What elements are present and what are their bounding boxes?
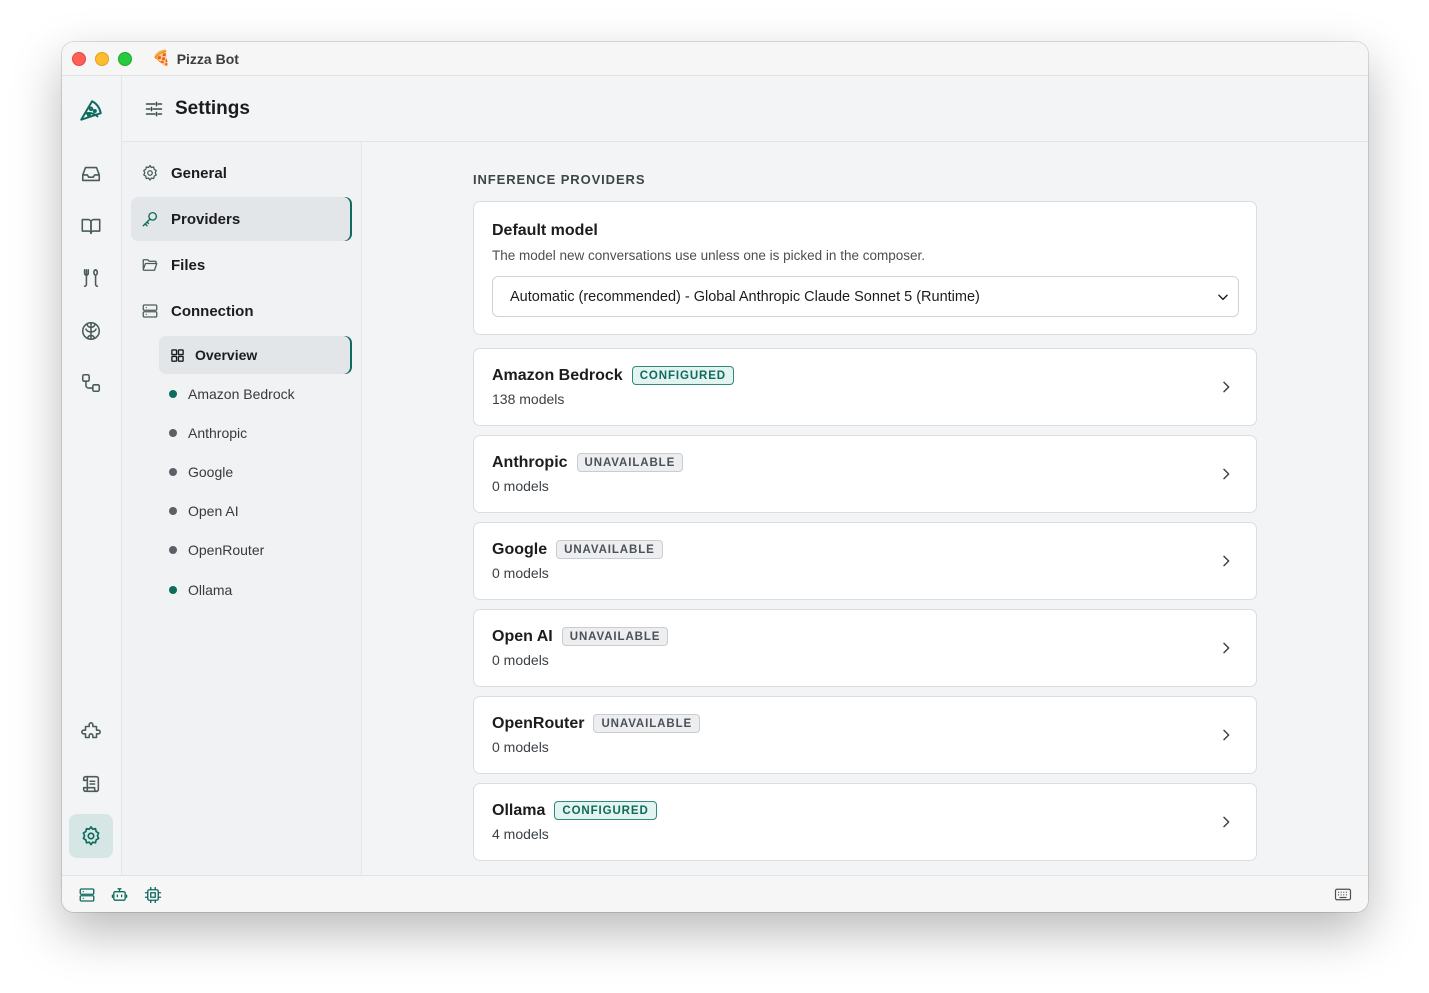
status-badge: UNAVAILABLE <box>561 627 669 646</box>
chevron-right-icon <box>1218 379 1234 395</box>
card-title: Default model <box>492 222 598 239</box>
nav-provider-google[interactable]: Google <box>169 460 233 484</box>
grid-icon <box>170 348 186 363</box>
workflow-icon[interactable] <box>69 361 113 405</box>
nav-item-overview[interactable]: Overview <box>159 336 352 374</box>
pizza-icon: 🍕 <box>152 50 171 67</box>
server-icon[interactable] <box>78 886 96 904</box>
default-model-card: Default model The model new conversation… <box>473 201 1257 335</box>
app-window: 🍕 Pizza Bot Settings General Providers F… <box>62 42 1368 912</box>
keyboard-icon[interactable] <box>1334 887 1352 902</box>
scroll-icon[interactable] <box>69 762 113 806</box>
nav-item-label: Providers <box>171 210 241 228</box>
status-bar <box>62 875 1368 912</box>
status-badge: UNAVAILABLE <box>556 540 663 559</box>
provider-card-openrouter[interactable]: OpenRouter UNAVAILABLE 0 models <box>473 696 1257 774</box>
settings-nav: General Providers Files Connection Overv… <box>122 142 362 875</box>
chevron-down-icon <box>1216 290 1230 304</box>
status-dot <box>169 390 177 398</box>
nav-item-connection[interactable]: Connection <box>131 289 352 333</box>
folder-icon <box>141 256 161 274</box>
nav-provider-label: OpenRouter <box>188 542 265 558</box>
key-icon <box>141 210 161 228</box>
minimize-window-button[interactable] <box>95 51 109 66</box>
nav-provider-openrouter[interactable]: OpenRouter <box>169 538 264 562</box>
provider-card-amazon-bedrock[interactable]: Amazon Bedrock CONFIGURED 138 models <box>473 348 1257 426</box>
main-content: INFERENCE PROVIDERS Default model The mo… <box>362 142 1368 875</box>
pizza-logo-icon[interactable] <box>69 89 113 133</box>
nav-provider-label: Anthropic <box>188 425 248 441</box>
chevron-right-icon <box>1218 466 1234 482</box>
nav-provider-label: Google <box>188 464 234 480</box>
nav-provider-open-ai[interactable]: Open AI <box>169 499 239 523</box>
nav-item-label: Overview <box>195 347 258 363</box>
status-dot <box>169 507 177 515</box>
chevron-right-icon <box>1218 553 1234 569</box>
chip-icon[interactable] <box>144 886 162 904</box>
brain-icon[interactable] <box>69 309 113 353</box>
provider-name: Open AI <box>492 627 553 645</box>
status-dot <box>169 429 177 437</box>
status-badge: UNAVAILABLE <box>576 453 684 472</box>
provider-name: Google <box>492 540 548 558</box>
status-badge: CONFIGURED <box>631 366 735 385</box>
model-count: 0 models <box>492 565 549 581</box>
provider-card-anthropic[interactable]: Anthropic UNAVAILABLE 0 models <box>473 435 1257 513</box>
nav-item-general[interactable]: General <box>131 151 352 195</box>
chevron-right-icon <box>1218 640 1234 656</box>
provider-name: Amazon Bedrock <box>492 366 623 384</box>
nav-provider-label: Amazon Bedrock <box>188 386 295 402</box>
provider-card-ollama[interactable]: Ollama CONFIGURED 4 models <box>473 783 1257 861</box>
status-dot <box>169 468 177 476</box>
section-label: INFERENCE PROVIDERS <box>473 172 646 187</box>
settings-header: Settings <box>122 76 1368 142</box>
icon-rail <box>62 76 122 875</box>
model-count: 0 models <box>492 739 549 755</box>
nav-item-label: Files <box>171 256 206 274</box>
provider-name: Ollama <box>492 801 546 819</box>
default-model-select[interactable]: Automatic (recommended) - Global Anthrop… <box>492 276 1239 317</box>
bot-icon[interactable] <box>111 886 128 903</box>
nav-item-files[interactable]: Files <box>131 243 352 287</box>
puzzle-icon[interactable] <box>69 710 113 754</box>
model-count: 4 models <box>492 826 549 842</box>
nav-provider-amazon-bedrock[interactable]: Amazon Bedrock <box>169 382 295 406</box>
provider-card-open-ai[interactable]: Open AI UNAVAILABLE 0 models <box>473 609 1257 687</box>
status-dot <box>169 546 177 554</box>
nav-provider-anthropic[interactable]: Anthropic <box>169 421 247 445</box>
nav-item-providers[interactable]: Providers <box>131 197 352 241</box>
provider-name: OpenRouter <box>492 714 585 732</box>
zoom-window-button[interactable] <box>118 51 132 66</box>
inbox-icon[interactable] <box>69 152 113 196</box>
model-count: 0 models <box>492 478 549 494</box>
window-title: Pizza Bot <box>176 50 239 67</box>
card-description: The model new conversations use unless o… <box>492 248 925 263</box>
nav-item-label: General <box>171 164 227 182</box>
model-count: 138 models <box>492 391 565 407</box>
gear-icon <box>141 164 161 182</box>
provider-card-google[interactable]: Google UNAVAILABLE 0 models <box>473 522 1257 600</box>
chevron-right-icon <box>1218 727 1234 743</box>
window-controls <box>72 51 132 66</box>
nav-provider-label: Open AI <box>188 503 239 519</box>
selected-model: Automatic (recommended) - Global Anthrop… <box>510 288 980 305</box>
server-icon <box>141 302 161 320</box>
close-window-button[interactable] <box>72 51 86 66</box>
nav-item-label: Connection <box>171 302 254 320</box>
model-count: 0 models <box>492 652 549 668</box>
status-dot <box>169 586 177 594</box>
book-icon[interactable] <box>69 204 113 248</box>
settings-gear-icon[interactable] <box>69 814 113 858</box>
status-badge: UNAVAILABLE <box>593 714 701 733</box>
tools-icon[interactable] <box>69 256 113 300</box>
nav-provider-label: Ollama <box>188 582 233 598</box>
status-badge: CONFIGURED <box>554 801 657 820</box>
title-bar: 🍕 Pizza Bot <box>62 42 1368 76</box>
chevron-right-icon <box>1218 814 1234 830</box>
sliders-icon <box>144 99 164 119</box>
page-title: Settings <box>175 97 250 119</box>
provider-name: Anthropic <box>492 453 568 471</box>
nav-provider-ollama[interactable]: Ollama <box>169 578 232 602</box>
